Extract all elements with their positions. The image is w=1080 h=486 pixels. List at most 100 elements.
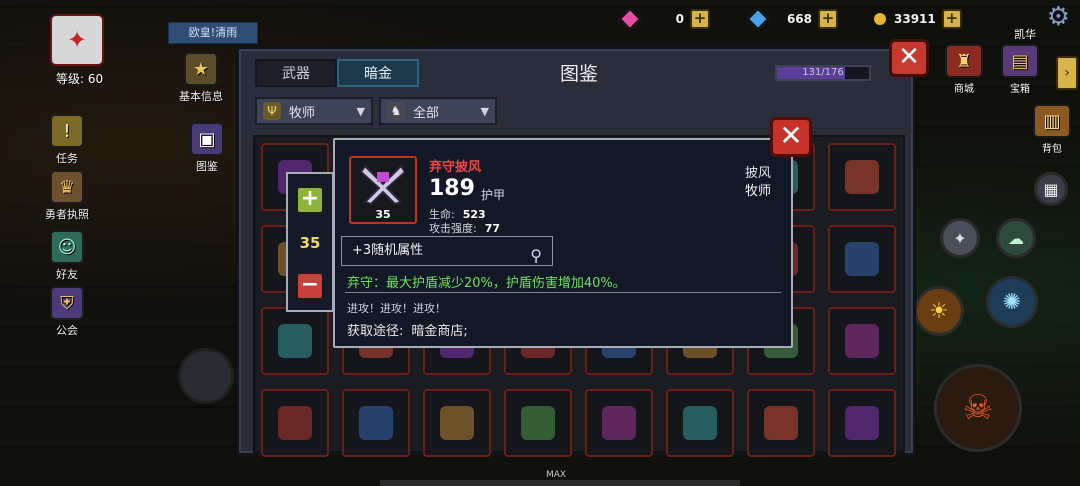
divider	[345, 292, 781, 293]
skill-sun-icon[interactable]: ☀	[914, 286, 964, 336]
item-name: 弃守披风	[429, 160, 482, 175]
adjust-level-value: 35	[299, 234, 321, 252]
class-filter-dropdown[interactable]: Ψ 牧师 ▼	[255, 97, 373, 125]
item-slot[interactable]	[828, 307, 896, 375]
item-thumbnail-icon	[764, 406, 798, 440]
item-thumbnail-icon	[278, 324, 312, 358]
add-blue-gem-button[interactable]: +	[818, 9, 838, 29]
random-attribute-text: +3随机属性	[352, 243, 424, 258]
player-avatar[interactable]: ✦ 等级: 60	[32, 10, 124, 88]
stat-attack-value: 77	[484, 222, 501, 235]
quest-scroll-icon: !	[50, 114, 84, 148]
blue-gem-icon	[746, 7, 770, 31]
armor-type-icon: ♞	[387, 102, 405, 120]
class-filter-value: 牧师	[289, 105, 316, 121]
item-slot[interactable]	[585, 389, 653, 457]
cloak-item-icon	[359, 164, 407, 206]
item-thumbnail-icon	[440, 406, 474, 440]
backpack-icon: ▥	[1033, 104, 1071, 138]
menu-guild[interactable]: ⛨ 公会	[44, 286, 90, 338]
item-thumbnail-icon	[845, 160, 879, 194]
experience-bar: MAX	[380, 470, 740, 486]
menu-friends-label: 好友	[56, 268, 78, 281]
item-thumbnail-icon	[683, 406, 717, 440]
close-detail-button[interactable]: ✕	[770, 117, 812, 157]
acquire-source: 获取途径: 暗金商店;	[347, 320, 468, 339]
level-adjuster: + 35 −	[286, 172, 334, 312]
armor-label: 护甲	[481, 188, 506, 202]
item-slot[interactable]	[828, 389, 896, 457]
expand-menu-arrow-icon[interactable]: ›	[1056, 56, 1078, 90]
skill-wind-icon[interactable]: ✺	[986, 276, 1038, 328]
item-slot[interactable]	[423, 389, 491, 457]
experience-max-label: MAX	[546, 470, 567, 480]
item-slot[interactable]	[261, 307, 329, 375]
codex-book-icon: ▣	[190, 122, 224, 156]
menu-codex[interactable]: ▣ 图鉴	[184, 122, 230, 174]
stat-attack-label: 攻击强度:	[429, 222, 477, 235]
item-thumbnail-icon	[278, 406, 312, 440]
item-category: 披风	[744, 166, 771, 181]
collection-progress: 131/176	[775, 65, 871, 81]
player-level: 等级: 60	[56, 72, 104, 86]
item-slot[interactable]	[828, 143, 896, 211]
add-pink-gem-button[interactable]: +	[690, 9, 710, 29]
joystick[interactable]	[178, 348, 234, 404]
menu-chest-label: 宝箱	[1010, 84, 1030, 95]
grid-menu-icon[interactable]: ▦	[1034, 172, 1068, 206]
guild-shield-icon: ⛨	[50, 286, 84, 320]
item-level: 35	[375, 208, 391, 221]
add-gold-button[interactable]: +	[941, 9, 962, 29]
acquire-source-label: 获取途径:	[347, 324, 404, 339]
acquire-source-value: 暗金商店;	[411, 324, 468, 339]
decrease-level-button[interactable]: −	[296, 272, 324, 300]
gold-coin-icon	[872, 11, 888, 27]
stat-attack: 攻击强度: 77	[429, 220, 500, 236]
license-badge-icon: ♛	[50, 170, 84, 204]
avatar-face-icon: ✦	[50, 14, 104, 66]
item-thumbnail-icon	[521, 406, 555, 440]
menu-basic-info[interactable]: ★ 基本信息	[178, 52, 224, 104]
weapon-swap-icon[interactable]: ✦	[940, 218, 980, 258]
menu-chest[interactable]: ▤ 宝箱	[996, 44, 1044, 95]
item-slot[interactable]	[747, 389, 815, 457]
random-attribute-row[interactable]: +3随机属性 ⚲	[341, 236, 553, 266]
blue-gem-count: 668	[786, 12, 812, 26]
pink-gem-count: 0	[675, 12, 684, 26]
magnifier-icon[interactable]: ⚲	[530, 242, 542, 270]
item-slot[interactable]	[342, 389, 410, 457]
pink-gem-icon	[618, 7, 642, 31]
flavor-text: 进攻！进攻！进攻！	[347, 302, 446, 315]
item-slot[interactable]	[828, 225, 896, 293]
item-slot[interactable]	[666, 389, 734, 457]
tab-weapons[interactable]: 武器	[255, 59, 337, 87]
chest-icon: ▤	[1001, 44, 1039, 78]
friend-icon: ☺	[50, 230, 84, 264]
increase-level-button[interactable]: +	[296, 186, 324, 214]
item-slot[interactable]	[261, 389, 329, 457]
menu-hero-license-label: 勇者执照	[45, 208, 89, 221]
item-thumbnail-icon	[845, 324, 879, 358]
menu-quests[interactable]: ! 任务	[44, 114, 90, 166]
item-detail-card: 35 弃守披风 189 护甲 生命: 523 攻击强度: 77 披风 牧师 +3随机…	[333, 138, 793, 348]
armor-value: 189	[429, 176, 475, 201]
gear-icon[interactable]: ⚙	[1047, 2, 1070, 32]
shop-icon: ♜	[945, 44, 983, 78]
tab-dark-gold[interactable]: 暗金	[337, 59, 419, 87]
menu-hero-license[interactable]: ♛ 勇者执照	[44, 170, 90, 222]
menu-shop[interactable]: ♜ 商城	[940, 44, 988, 95]
menu-shop-label: 商城	[954, 84, 974, 95]
type-filter-dropdown[interactable]: ♞ 全部 ▼	[379, 97, 497, 125]
menu-friends[interactable]: ☺ 好友	[44, 230, 90, 282]
resource-blue-gem: 668 +	[746, 7, 838, 31]
item-slot[interactable]	[504, 389, 572, 457]
chat-icon[interactable]: ☁	[996, 218, 1036, 258]
top-right-label: 凯华	[1014, 28, 1036, 41]
menu-backpack[interactable]: ▥ 背包	[1028, 104, 1076, 155]
codex-title: 图鉴	[559, 63, 598, 85]
close-codex-button[interactable]: ✕	[889, 39, 929, 77]
resource-pink-gem: 0 +	[618, 7, 710, 31]
attack-button-icon[interactable]: ☠	[934, 364, 1022, 452]
menu-quests-label: 任务	[56, 152, 78, 165]
notice-banner: 欧皇!清雨	[168, 22, 258, 44]
